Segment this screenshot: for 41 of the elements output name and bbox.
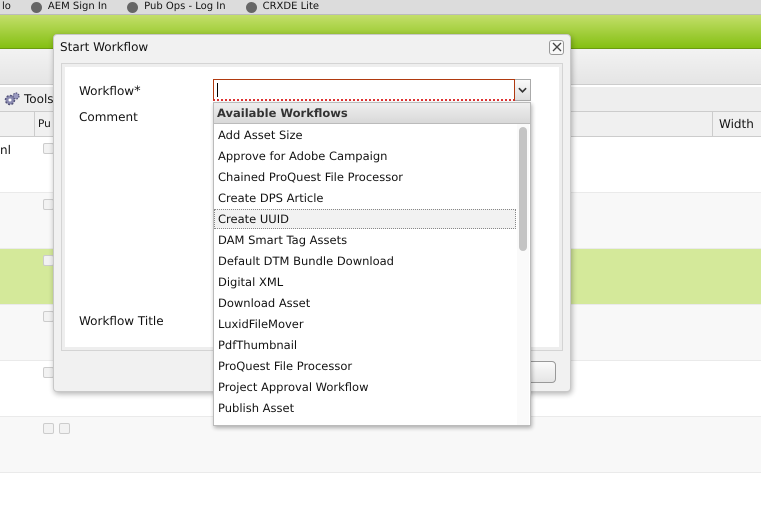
scrollbar[interactable] (517, 124, 529, 425)
list-item[interactable]: Default DTM Bundle Download (214, 251, 516, 271)
tools-menu[interactable]: Tools (24, 92, 54, 106)
table-cell: nl (0, 143, 11, 157)
close-icon (552, 42, 562, 52)
column-header[interactable]: Width (712, 112, 761, 136)
list-item[interactable]: PdfThumbnail (214, 335, 516, 355)
bookmark-link[interactable]: CRXDE Lite (262, 1, 320, 13)
list-item[interactable]: LuxidFileMover (214, 314, 516, 334)
list-item[interactable]: Create UUID (214, 209, 516, 229)
field-label: Workflow* (79, 84, 141, 99)
caret-icon (518, 87, 527, 93)
gears-icon[interactable] (4, 91, 20, 107)
close-button[interactable] (549, 40, 564, 54)
table-row[interactable] (0, 417, 761, 473)
field-label: Comment (79, 110, 138, 124)
list-item[interactable]: ProQuest File Processor (214, 356, 516, 376)
list-item[interactable]: DAM Smart Tag Assets (214, 230, 516, 250)
checkbox[interactable] (43, 423, 54, 434)
list-header: Available Workflows (214, 103, 530, 124)
list-item[interactable]: Approve for Adobe Campaign (214, 146, 516, 166)
list-item[interactable]: Download Asset (214, 293, 516, 313)
checkbox[interactable] (43, 367, 54, 378)
list-item[interactable]: Chained ProQuest File Processor (214, 167, 516, 187)
bookmark-link[interactable]: lo (2, 1, 11, 13)
checkbox[interactable] (43, 143, 54, 154)
list-item[interactable]: Create DPS Article (214, 188, 516, 208)
list-item[interactable]: Add Asset Size (214, 125, 516, 145)
list-item[interactable]: Publish Asset (214, 398, 516, 418)
checkbox[interactable] (43, 199, 54, 210)
list-item[interactable]: Digital XML (214, 272, 516, 292)
checkbox[interactable] (59, 423, 70, 434)
bookmark-link[interactable]: Pub Ops - Log In (144, 1, 226, 13)
workflow-select[interactable] (213, 79, 531, 101)
checkbox[interactable] (43, 255, 54, 266)
dialog-title: Start Workflow (60, 40, 148, 54)
bookmark-link[interactable]: AEM Sign In (48, 1, 108, 13)
field-label: Workflow Title (79, 314, 164, 328)
list-item[interactable]: Project Approval Workflow (214, 377, 516, 397)
column-header[interactable]: Pu (34, 112, 51, 136)
checkbox[interactable] (43, 311, 54, 322)
